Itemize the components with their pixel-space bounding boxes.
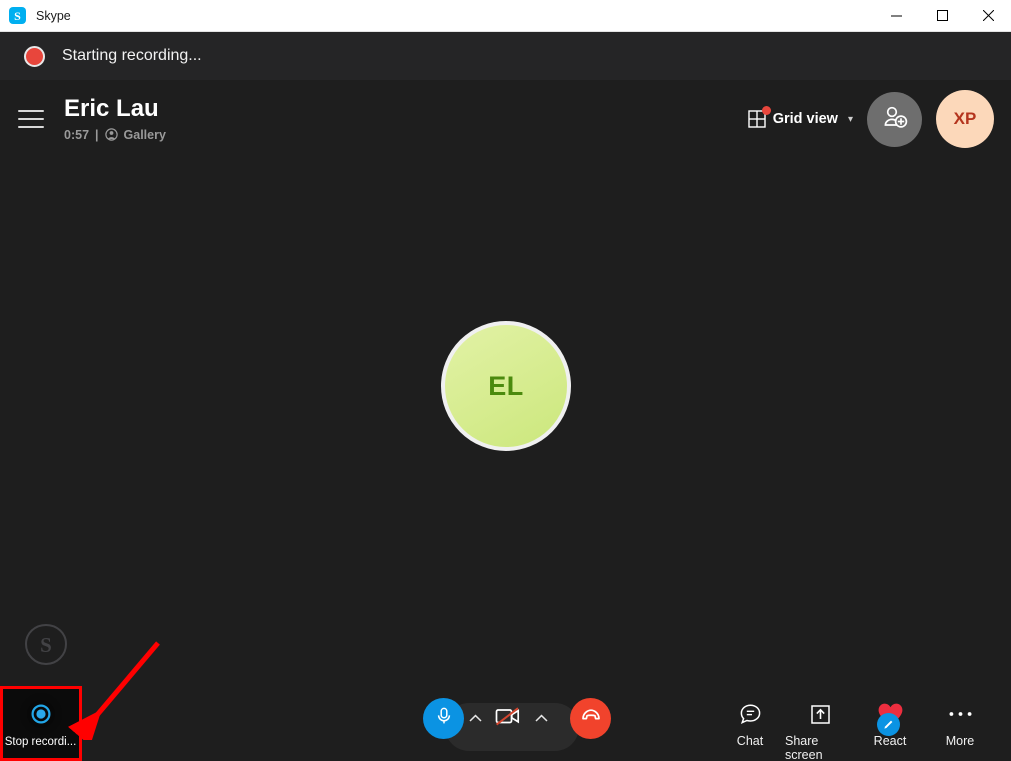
separator: | (95, 127, 99, 142)
add-person-icon (882, 105, 908, 134)
grid-view-badge (761, 106, 771, 115)
window-title: Skype (36, 8, 71, 23)
react-button[interactable]: React (855, 693, 925, 748)
recording-status-text: Starting recording... (62, 47, 202, 64)
stop-recording-button[interactable]: Stop recordi... (0, 687, 81, 761)
close-icon[interactable] (965, 0, 1011, 32)
chat-label: Chat (736, 734, 764, 748)
call-toolbar: Chat Share screen React More (0, 685, 1011, 761)
grid-view-button[interactable]: Grid view ▾ (747, 106, 853, 128)
skype-logo-watermark: S (24, 623, 68, 669)
pencil-icon (876, 713, 900, 736)
microphone-icon (434, 706, 454, 731)
ellipsis-icon (948, 697, 973, 731)
call-duration: 0:57 (64, 127, 90, 142)
more-label: More (945, 734, 975, 748)
video-stage: EL S (0, 158, 1011, 685)
hamburger-icon[interactable] (18, 108, 44, 130)
add-person-button[interactable] (867, 91, 922, 147)
call-primary-controls (415, 698, 611, 751)
minimize-icon[interactable] (873, 0, 919, 32)
video-off-icon (493, 704, 523, 733)
chat-bubble-icon (739, 697, 762, 731)
share-screen-label: Share screen (785, 734, 823, 761)
stop-recording-label: Stop recordi... (4, 736, 77, 748)
skype-call-window: S Skype Starting recording... Eric Lau 0… (0, 0, 1011, 761)
microphone-options-caret[interactable] (464, 714, 486, 723)
video-button[interactable] (486, 698, 530, 739)
maximize-icon[interactable] (919, 0, 965, 32)
end-call-button[interactable] (570, 698, 611, 739)
chevron-down-icon[interactable]: ▾ (848, 114, 853, 125)
record-dot-icon (24, 45, 45, 67)
skype-icon: S (9, 7, 26, 24)
layout-label: Gallery (123, 127, 166, 142)
share-screen-button[interactable]: Share screen (785, 693, 855, 761)
video-options-caret[interactable] (530, 714, 552, 723)
recording-banner: Starting recording... (0, 32, 1011, 80)
svg-text:S: S (40, 633, 52, 657)
grid-icon (747, 106, 771, 128)
call-secondary-controls: Chat Share screen React More (715, 693, 995, 761)
microphone-button[interactable] (423, 698, 464, 739)
window-titlebar: S Skype (0, 0, 1011, 32)
react-label: React (873, 734, 907, 748)
avatar[interactable]: XP (936, 90, 994, 148)
heart-icon (876, 697, 904, 736)
window-controls (873, 0, 1011, 32)
page-title: Eric Lau (64, 95, 159, 123)
chat-button[interactable]: Chat (715, 693, 785, 748)
call-subinfo: 0:57 | Gallery (64, 128, 166, 142)
participant-avatar[interactable]: EL (441, 321, 571, 451)
stop-recording-icon (19, 693, 62, 735)
grid-view-label: Grid view (772, 111, 838, 127)
call-title-block: Eric Lau 0:57 | Gallery (64, 95, 166, 142)
gallery-icon (104, 128, 118, 141)
call-header: Eric Lau 0:57 | Gallery Grid view ▾ XP (0, 80, 1011, 158)
share-screen-icon (809, 697, 832, 731)
end-call-icon (580, 705, 602, 732)
more-button[interactable]: More (925, 693, 995, 748)
call-header-actions: Grid view ▾ XP (747, 90, 1011, 148)
